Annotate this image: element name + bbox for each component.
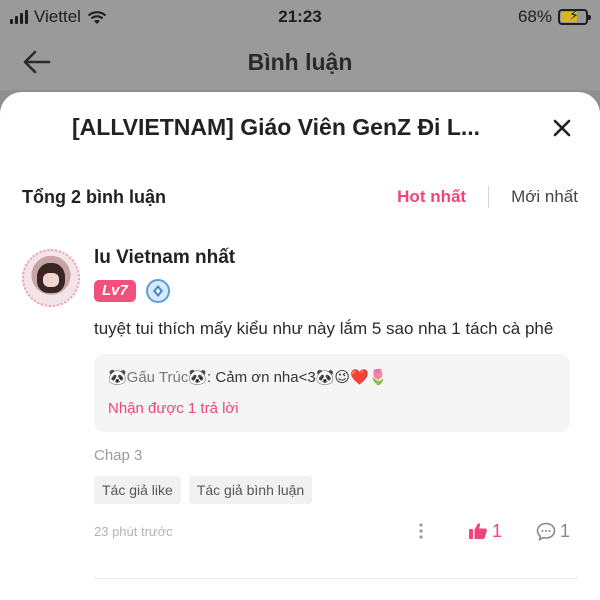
view-replies-link[interactable]: Nhận được 1 trả lời	[108, 398, 558, 420]
reply-author: 🐼Gấu Trúc🐼	[108, 369, 208, 386]
page-title: Bình luận	[247, 48, 353, 75]
comment-text: tuyệt tui thích mấy kiểu như này lắm 5 s…	[94, 319, 554, 338]
comment-tags: Tác giả like Tác giả bình luận	[94, 476, 578, 504]
tab-hot[interactable]: Hot nhất	[397, 187, 466, 207]
chapter-label: Chap 3	[94, 447, 143, 464]
medal-icon	[145, 279, 170, 303]
level-badge: Lv7	[94, 280, 136, 302]
comment-actions: 23 phút trước 1 1	[94, 518, 570, 544]
avatar-image	[37, 263, 65, 293]
battery-icon: ⚡	[558, 7, 591, 25]
comment-count: Tổng 2 bình luận	[22, 186, 166, 207]
reply-preview[interactable]: 🐼Gấu Trúc🐼: Cảm ơn nha<3🐼😉❤️🌷 Nhận được …	[94, 354, 570, 432]
sort-tabs: Hot nhất Mới nhất	[397, 186, 578, 208]
comment-divider	[94, 578, 578, 579]
user-badges: Lv7	[94, 279, 578, 303]
close-button[interactable]	[548, 114, 576, 142]
reply-count: 1	[559, 520, 570, 541]
status-left: Viettel	[10, 7, 107, 27]
status-right: 68% ⚡	[517, 7, 591, 27]
back-button[interactable]	[20, 46, 54, 78]
status-bar: Viettel 21:23 68% ⚡	[0, 0, 600, 34]
sort-divider	[488, 186, 490, 208]
like-button[interactable]: 1	[468, 521, 502, 542]
reply-line: 🐼Gấu Trúc🐼: Cảm ơn nha<3🐼😉❤️🌷	[108, 366, 558, 390]
top-bar: Bình luận	[0, 34, 600, 90]
tag-author-like: Tác giả like	[94, 476, 181, 504]
wifi-icon	[87, 10, 107, 24]
sheet-header: [ALLVIETNAM] Giáo Viên GenZ Đi L...	[0, 92, 600, 164]
battery-percent: 68%	[517, 7, 552, 26]
comment-item: lu Vietnam nhất Lv7 tuyệt tui thích mấy …	[22, 247, 578, 544]
comment-body: lu Vietnam nhất Lv7 tuyệt tui thích mấy …	[94, 247, 578, 544]
close-icon	[553, 119, 571, 137]
charging-bolt-icon: ⚡	[569, 7, 579, 23]
tab-newest[interactable]: Mới nhất	[511, 187, 578, 207]
avatar[interactable]	[22, 249, 80, 307]
story-title: [ALLVIETNAM] Giáo Viên GenZ Đi L...	[72, 114, 481, 140]
more-vertical-icon	[419, 523, 423, 539]
chat-bubble-icon	[536, 522, 556, 541]
thumbs-up-icon	[468, 523, 487, 539]
comments-sheet: [ALLVIETNAM] Giáo Viên GenZ Đi L... Tổng…	[0, 92, 600, 600]
tag-author-comment: Tác giả bình luận	[188, 476, 313, 504]
comments-toolbar: Tổng 2 bình luận Hot nhất Mới nhất	[22, 182, 578, 212]
like-count: 1	[491, 520, 502, 541]
signal-icon	[10, 10, 28, 24]
reply-button[interactable]: 1	[536, 521, 570, 542]
arrow-left-icon	[23, 50, 51, 74]
carrier-label: Viettel	[34, 7, 81, 26]
more-button[interactable]	[410, 519, 432, 543]
reply-text: Cảm ơn nha<3🐼😉❤️🌷	[215, 369, 388, 386]
username[interactable]: lu Vietnam nhất	[94, 247, 578, 273]
timestamp: 23 phút trước	[94, 523, 173, 539]
